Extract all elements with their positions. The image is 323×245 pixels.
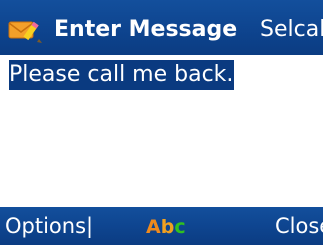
screen-title: Enter Message [54, 17, 238, 42]
input-mode-indicator: Abc [146, 213, 186, 241]
options-softkey[interactable]: Options| [5, 211, 93, 241]
phone-screen: Enter Message Selcall Please call me bac… [0, 0, 323, 245]
input-mode-letter-a: A [146, 216, 161, 238]
message-editor[interactable]: Please call me back. [0, 55, 323, 207]
message-envelope-pencil-icon [8, 17, 46, 45]
title-bar: Enter Message Selcall [0, 0, 323, 55]
input-mode-letter-b: b [160, 216, 175, 238]
message-text-selected[interactable]: Please call me back. [9, 60, 235, 90]
close-softkey[interactable]: Close [275, 211, 323, 241]
selcall-label[interactable]: Selcall [260, 15, 323, 45]
softkey-bar: Options| Abc Close [0, 207, 323, 245]
input-mode-letter-c: c [174, 216, 186, 238]
